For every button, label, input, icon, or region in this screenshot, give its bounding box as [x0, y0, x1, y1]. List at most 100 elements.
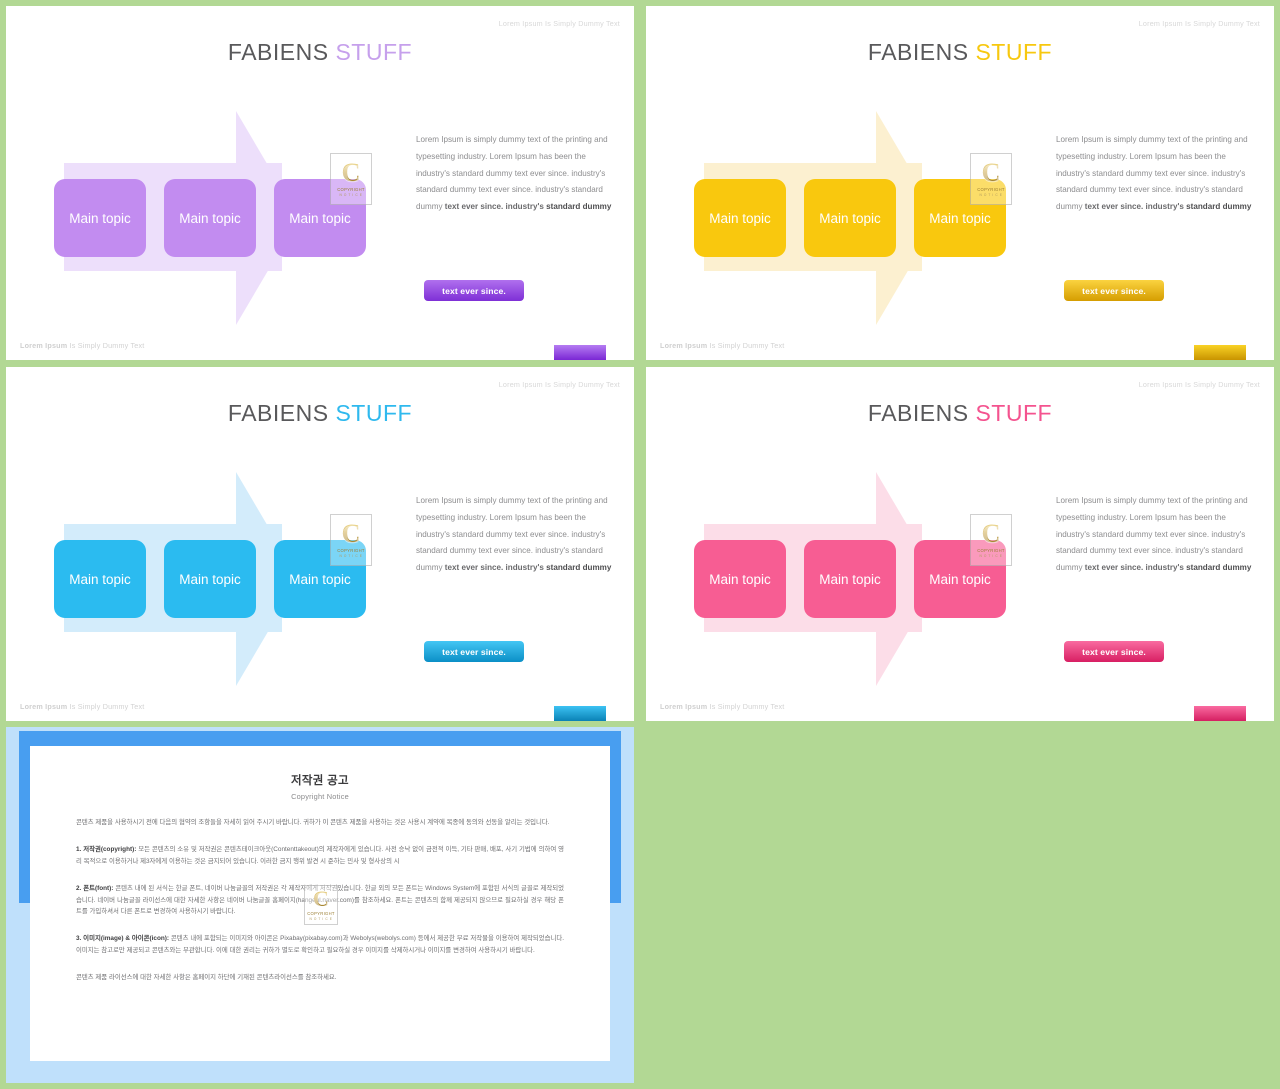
- section-1-label: 1. 저작권(copyright):: [76, 846, 137, 854]
- watermark-line2: N O T I C E: [339, 193, 363, 198]
- topic-box[interactable]: Main topic: [164, 540, 256, 618]
- cta-button-label: text ever since.: [442, 285, 506, 296]
- topic-box[interactable]: Main topic: [164, 179, 256, 257]
- footer-note-rest: Is Simply Dummy Text: [707, 702, 785, 711]
- page-title: FABIENS STUFF: [646, 39, 1274, 66]
- copyright-watermark-icon: C COPYRIGHT N O T I C E: [330, 153, 372, 205]
- cta-button[interactable]: text ever since.: [424, 641, 524, 662]
- paragraph-part1: Lorem Ipsum is simply dummy text of the …: [416, 496, 608, 573]
- paragraph-part1: Lorem Ipsum is simply dummy text of the …: [1056, 135, 1248, 212]
- topic-box[interactable]: Main topic: [804, 179, 896, 257]
- body-paragraph: Lorem Ipsum is simply dummy text of the …: [416, 132, 612, 216]
- footer-note-bold: Lorem Ipsum: [660, 702, 708, 711]
- cta-button[interactable]: text ever since.: [1064, 280, 1164, 301]
- body-paragraph: Lorem Ipsum is simply dummy text of the …: [1056, 132, 1252, 216]
- slide-header-note: Lorem Ipsum Is Simply Dummy Text: [498, 19, 620, 28]
- slide-purple[interactable]: Lorem Ipsum Is Simply Dummy Text FABIENS…: [6, 6, 634, 360]
- footer-accent-bar: [1194, 706, 1246, 721]
- slide-footer-note: Lorem Ipsum Is Simply Dummy Text: [660, 341, 785, 350]
- topic-box[interactable]: Main topic C COPYRIGHT N O T I C E: [914, 153, 1012, 257]
- watermark-letter: C: [981, 157, 1001, 187]
- footer-accent-bar: [1194, 345, 1246, 360]
- document-intro: 콘텐츠 제품을 사용하시기 전에 다음의 협약의 조항들을 자세히 읽어 주시기…: [76, 819, 550, 826]
- topic-box[interactable]: Main topic: [804, 540, 896, 618]
- title-primary: FABIENS: [867, 400, 976, 426]
- watermark-letter: C: [981, 518, 1001, 548]
- document-paper: 저작권 공고 Copyright Notice 콘텐츠 제품을 사용하시기 전에…: [30, 746, 610, 1061]
- topic-box-label: Main topic: [929, 571, 991, 587]
- slide-blue[interactable]: Lorem Ipsum Is Simply Dummy Text FABIENS…: [6, 367, 634, 721]
- title-accent: STUFF: [335, 400, 413, 426]
- topic-box-label: Main topic: [289, 571, 351, 587]
- process-flow-diagram: Main topic Main topic Main topic C COPYR…: [686, 101, 1036, 326]
- slide-yellow[interactable]: Lorem Ipsum Is Simply Dummy Text FABIENS…: [646, 6, 1274, 360]
- slide-footer-note: Lorem Ipsum Is Simply Dummy Text: [20, 702, 145, 711]
- copyright-watermark-icon: C COPYRIGHT N O T I C E: [970, 153, 1012, 205]
- cta-button-label: text ever since.: [1082, 285, 1146, 296]
- watermark-line1: COPYRIGHT: [977, 548, 1005, 554]
- topic-box-list: Main topic Main topic Main topic C COPYR…: [54, 153, 372, 257]
- footer-note-rest: Is Simply Dummy Text: [67, 702, 145, 711]
- watermark-line2: N O T I C E: [979, 554, 1003, 559]
- topic-box[interactable]: Main topic: [694, 179, 786, 257]
- process-flow-diagram: Main topic Main topic Main topic C COPYR…: [46, 462, 396, 687]
- footer-accent-bar: [554, 706, 606, 721]
- body-paragraph: Lorem Ipsum is simply dummy text of the …: [416, 493, 612, 577]
- footer-note-bold: Lorem Ipsum: [660, 341, 708, 350]
- topic-box-list: Main topic Main topic Main topic C COPYR…: [694, 153, 1012, 257]
- footer-accent-bar: [554, 345, 606, 360]
- topic-box-label: Main topic: [709, 571, 771, 587]
- topic-box[interactable]: Main topic: [694, 540, 786, 618]
- paragraph-strong: text ever since. industry's: [1084, 563, 1187, 573]
- topic-box-label: Main topic: [289, 210, 351, 226]
- title-primary: FABIENS: [227, 39, 336, 65]
- process-flow-diagram: Main topic Main topic Main topic C COPYR…: [686, 462, 1036, 687]
- topic-box[interactable]: Main topic C COPYRIGHT N O T I C E: [914, 514, 1012, 618]
- title-accent: STUFF: [975, 39, 1053, 65]
- title-accent: STUFF: [335, 39, 413, 65]
- watermark-line2: N O T I C E: [339, 554, 363, 559]
- slide-pink[interactable]: Lorem Ipsum Is Simply Dummy Text FABIENS…: [646, 367, 1274, 721]
- footer-note-rest: Is Simply Dummy Text: [707, 341, 785, 350]
- topic-box-label: Main topic: [69, 571, 131, 587]
- topic-box[interactable]: Main topic: [54, 179, 146, 257]
- slide-footer-note: Lorem Ipsum Is Simply Dummy Text: [20, 341, 145, 350]
- document-section-2: 2. 폰트(font): 콘텐츠 내에 된 서식는 한글 폰트, 네이버 나눔글…: [76, 883, 564, 917]
- cta-button-label: text ever since.: [442, 646, 506, 657]
- topic-box-label: Main topic: [179, 210, 241, 226]
- watermark-line1: COPYRIGHT: [337, 548, 365, 554]
- topic-box[interactable]: Main topic: [54, 540, 146, 618]
- paragraph-strong: text ever since. industry's: [1084, 202, 1187, 212]
- topic-box-label: Main topic: [819, 210, 881, 226]
- section-1-body: 모든 콘텐츠의 소유 및 저작권은 콘텐츠테이크아웃(Contenttakeou…: [76, 846, 564, 865]
- cta-button[interactable]: text ever since.: [1064, 641, 1164, 662]
- copyright-watermark-icon: C COPYRIGHT N O T I C E: [330, 514, 372, 566]
- paragraph-strong: text ever since. industry's: [444, 563, 547, 573]
- slide-header-note: Lorem Ipsum Is Simply Dummy Text: [1138, 19, 1260, 28]
- title-accent: STUFF: [975, 400, 1053, 426]
- topic-box-list: Main topic Main topic Main topic C COPYR…: [54, 514, 372, 618]
- footer-note-rest: Is Simply Dummy Text: [67, 341, 145, 350]
- watermark-line1: COPYRIGHT: [977, 187, 1005, 193]
- cta-button[interactable]: text ever since.: [424, 280, 524, 301]
- paragraph-part1: Lorem Ipsum is simply dummy text of the …: [416, 135, 608, 212]
- paragraph-strong2: standard dummy: [546, 563, 612, 573]
- slide-header-note: Lorem Ipsum Is Simply Dummy Text: [498, 380, 620, 389]
- topic-box-label: Main topic: [929, 210, 991, 226]
- section-3-label: 3. 이미지(image) & 아이콘(icon):: [76, 935, 170, 943]
- cta-button-label: text ever since.: [1082, 646, 1146, 657]
- section-2-body: 콘텐츠 내에 된 서식는 한글 폰트, 네이버 나눔글꼴의 저작권은 각 제작자…: [76, 885, 565, 916]
- paragraph-part1: Lorem Ipsum is simply dummy text of the …: [1056, 496, 1248, 573]
- paragraph-strong2: standard dummy: [546, 202, 612, 212]
- body-paragraph: Lorem Ipsum is simply dummy text of the …: [1056, 493, 1252, 577]
- topic-box[interactable]: Main topic C COPYRIGHT N O T I C E: [274, 153, 372, 257]
- topic-box[interactable]: Main topic C COPYRIGHT N O T I C E: [274, 514, 372, 618]
- title-primary: FABIENS: [867, 39, 976, 65]
- topic-box-label: Main topic: [69, 210, 131, 226]
- document-section-1: 1. 저작권(copyright): 모든 콘텐츠의 소유 및 저작권은 콘텐츠…: [76, 844, 564, 867]
- process-flow-diagram: Main topic Main topic Main topic C COPYR…: [46, 101, 396, 326]
- topic-box-label: Main topic: [179, 571, 241, 587]
- footer-note-bold: Lorem Ipsum: [20, 341, 68, 350]
- slide-header-note: Lorem Ipsum Is Simply Dummy Text: [1138, 380, 1260, 389]
- topic-box-list: Main topic Main topic Main topic C COPYR…: [694, 514, 1012, 618]
